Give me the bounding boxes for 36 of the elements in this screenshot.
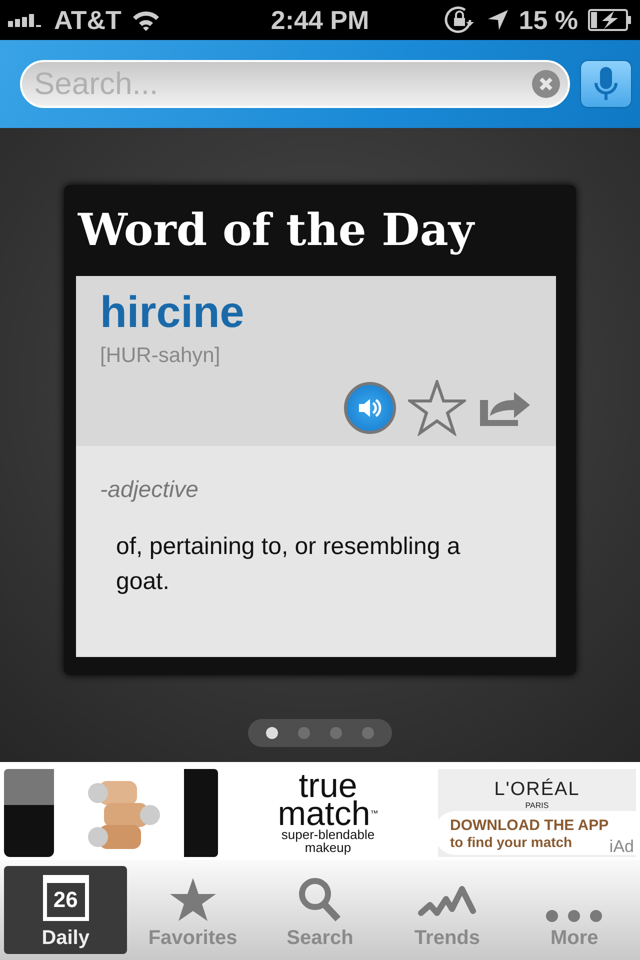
part-of-speech: -adjective <box>100 476 200 503</box>
definition-text: of, pertaining to, or resembling a goat. <box>116 532 462 597</box>
microphone-icon <box>594 67 618 101</box>
star-icon[interactable] <box>408 380 466 436</box>
ad-cta-text: DOWNLOAD THE APP <box>450 816 609 834</box>
card-title: Word of the Day <box>76 204 476 258</box>
iad-label: iAd <box>609 837 634 857</box>
speaker-icon <box>358 397 382 419</box>
rotation-lock-icon <box>442 5 477 35</box>
carrier-name: AT&T <box>54 4 122 36</box>
microphone-button[interactable] <box>580 60 632 108</box>
location-arrow-icon <box>486 9 509 31</box>
ad-brand-subtitle: PARIS <box>525 801 549 810</box>
tab[interactable]: More <box>512 866 636 954</box>
ad-brand: L'ORÉAL <box>494 779 580 801</box>
ad-tagline: makeup <box>304 841 352 854</box>
tab[interactable]: 26 Daily <box>4 866 128 954</box>
star-icon <box>168 877 217 923</box>
pronunciation: [HUR-sahyn] <box>100 344 222 368</box>
search-icon <box>298 877 342 923</box>
trademark-mark: ™ <box>370 809 378 818</box>
more-icon <box>545 909 604 923</box>
tab[interactable]: Trends <box>386 866 509 954</box>
clear-icon[interactable] <box>532 70 560 98</box>
status-time: 2:44 PM <box>270 4 370 36</box>
battery-charging-icon <box>588 9 632 31</box>
ad-cta-text: to find your match <box>450 834 572 850</box>
signal-icon <box>8 13 44 27</box>
calendar-icon: 26 <box>42 875 89 921</box>
audio-button[interactable] <box>344 382 396 434</box>
battery-percent: 15 % <box>518 4 578 36</box>
page-indicator[interactable] <box>248 719 392 747</box>
word-headword: hircine <box>100 288 246 338</box>
tab[interactable]: Search <box>258 866 382 954</box>
tab[interactable]: Favorites <box>131 866 254 954</box>
wifi-icon <box>131 9 162 31</box>
